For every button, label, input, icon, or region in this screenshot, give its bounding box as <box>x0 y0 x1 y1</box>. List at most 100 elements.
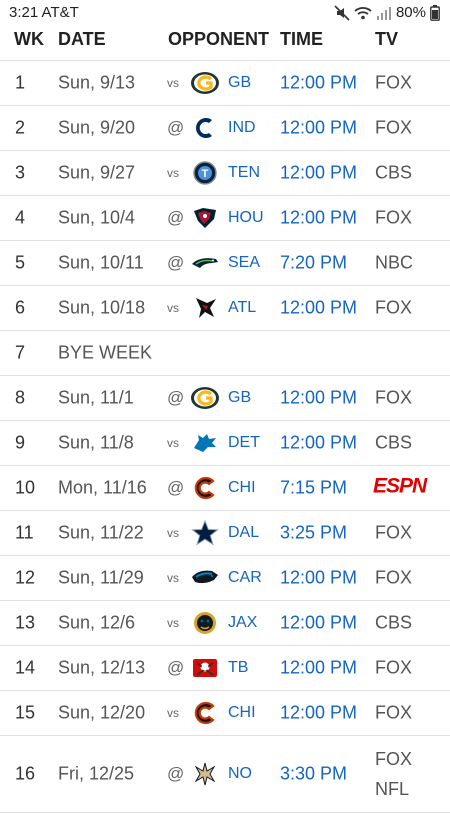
opponent-link[interactable]: ATL <box>228 299 256 317</box>
tv-network-secondary: NFL <box>375 779 410 799</box>
game-row[interactable]: 1 Sun, 9/13 vs GB 12:00 PM FOX <box>0 60 450 105</box>
bears-logo <box>190 475 220 501</box>
week-number: 12 <box>15 567 36 588</box>
game-row[interactable]: 9 Sun, 11/8 vs DET 12:00 PM CBS <box>0 420 450 465</box>
opponent-link[interactable]: IND <box>228 119 256 137</box>
opponent-link[interactable]: GB <box>228 74 251 92</box>
status-carrier: AT&T <box>41 4 79 21</box>
tv-network: FOX <box>375 522 413 543</box>
game-date: Sun, 10/4 <box>58 207 136 228</box>
game-time[interactable]: 12:00 PM <box>280 118 357 139</box>
game-row[interactable]: 10 Mon, 11/16 @ CHI 7:15 PM ESPN <box>0 465 450 510</box>
seahawks-logo <box>190 250 220 276</box>
game-time[interactable]: 12:00 PM <box>280 568 357 589</box>
game-time[interactable]: 12:00 PM <box>280 433 357 454</box>
game-date: Sun, 10/11 <box>58 252 144 273</box>
tv-network: FOX <box>375 207 413 228</box>
game-time[interactable]: 12:00 PM <box>280 73 357 94</box>
espn-logo: ESPN <box>373 475 439 501</box>
opponent-link[interactable]: DAL <box>228 524 259 542</box>
week-number: 8 <box>15 387 26 408</box>
game-row[interactable]: 6 Sun, 10/18 vs ATL 12:00 PM FOX <box>0 285 450 330</box>
game-row[interactable]: 8 Sun, 11/1 @ GB 12:00 PM FOX <box>0 375 450 420</box>
game-row[interactable]: 12 Sun, 11/29 vs CAR 12:00 PM FOX <box>0 555 450 600</box>
week-number: 16 <box>15 763 36 784</box>
game-time[interactable]: 7:20 PM <box>280 253 347 274</box>
header-opponent: OPPONENT <box>168 29 270 49</box>
signal-icon <box>376 6 392 20</box>
tv-network: FOX <box>375 657 413 678</box>
opponent-link[interactable]: GB <box>228 389 251 407</box>
home-away-indicator: @ <box>167 658 185 677</box>
bears-logo <box>190 700 220 726</box>
game-time[interactable]: 12:00 PM <box>280 613 357 634</box>
game-time[interactable]: 3:25 PM <box>280 523 347 544</box>
opponent-link[interactable]: SEA <box>228 254 260 272</box>
header-time: TIME <box>280 29 323 49</box>
home-away-indicator: vs <box>167 166 179 180</box>
status-left: 3:21 AT&T <box>9 4 79 21</box>
game-date: Sun, 11/1 <box>58 387 134 408</box>
game-row[interactable]: 14 Sun, 12/13 @ TB 12:00 PM FOX <box>0 645 450 690</box>
status-time: 3:21 <box>9 4 39 21</box>
wifi-icon <box>354 6 372 20</box>
svg-text:ESPN: ESPN <box>373 476 428 496</box>
opponent-link[interactable]: TB <box>228 659 248 677</box>
opponent-link[interactable]: CHI <box>228 704 256 722</box>
game-time[interactable]: 7:15 PM <box>280 478 347 499</box>
week-number: 13 <box>15 612 36 633</box>
game-date: Sun, 9/20 <box>58 117 136 138</box>
game-row[interactable]: 3 Sun, 9/27 vs T TEN 12:00 PM CBS <box>0 150 450 195</box>
game-row[interactable]: 2 Sun, 9/20 @ IND 12:00 PM FOX <box>0 105 450 150</box>
opponent-link[interactable]: HOU <box>228 209 264 227</box>
opponent-link[interactable]: CHI <box>228 479 256 497</box>
game-time[interactable]: 12:00 PM <box>280 298 357 319</box>
header-tv: TV <box>375 29 399 49</box>
week-number: 15 <box>15 702 36 723</box>
game-date: Sun, 11/8 <box>58 432 134 453</box>
opponent-link[interactable]: JAX <box>228 614 257 632</box>
bye-week-row[interactable]: 7 BYE WEEK <box>0 330 450 375</box>
game-row[interactable]: 5 Sun, 10/11 @ SEA 7:20 PM NBC <box>0 240 450 285</box>
colts-logo <box>190 115 220 141</box>
game-time[interactable]: 12:00 PM <box>280 388 357 409</box>
saints-logo <box>190 761 220 787</box>
game-row[interactable]: 16 Fri, 12/25 @ NO 3:30 PM FOX NFL <box>0 735 450 813</box>
opponent-link[interactable]: NO <box>228 765 252 783</box>
opponent-link[interactable]: CAR <box>228 569 262 587</box>
game-row[interactable]: 15 Sun, 12/20 vs CHI 12:00 PM FOX <box>0 690 450 735</box>
game-date: Sun, 12/20 <box>58 702 146 723</box>
home-away-indicator: vs <box>167 571 179 585</box>
home-away-indicator: vs <box>167 76 179 90</box>
opponent-link[interactable]: TEN <box>228 164 260 182</box>
home-away-indicator: vs <box>167 616 179 630</box>
status-bar: 3:21 AT&T 80% <box>0 0 450 26</box>
game-date: Sun, 11/22 <box>58 522 144 543</box>
tv-network: FOX <box>375 72 413 93</box>
game-time[interactable]: 3:30 PM <box>280 764 347 785</box>
week-number: 3 <box>15 162 26 183</box>
mute-icon <box>334 4 350 21</box>
game-row[interactable]: 11 Sun, 11/22 vs DAL 3:25 PM FOX <box>0 510 450 555</box>
home-away-indicator: vs <box>167 301 179 315</box>
home-away-indicator: @ <box>167 118 185 137</box>
lions-logo <box>190 430 220 456</box>
home-away-indicator: @ <box>167 764 185 783</box>
game-time[interactable]: 12:00 PM <box>280 658 357 679</box>
panthers-logo <box>190 565 220 591</box>
game-time[interactable]: 12:00 PM <box>280 208 357 229</box>
packers-logo <box>190 385 220 411</box>
game-row[interactable]: 4 Sun, 10/4 @ HOU 12:00 PM FOX <box>0 195 450 240</box>
game-time[interactable]: 12:00 PM <box>280 703 357 724</box>
game-date: Sun, 10/18 <box>58 297 146 318</box>
week-number: 7 <box>15 342 26 363</box>
tv-network: CBS <box>375 612 413 633</box>
opponent-link[interactable]: DET <box>228 434 260 452</box>
game-row[interactable]: 13 Sun, 12/6 vs JAX 12:00 PM CBS <box>0 600 450 645</box>
tv-network: FOX <box>375 297 413 318</box>
tv-network-primary: FOX <box>375 749 413 769</box>
tv-network: CBS <box>375 432 413 453</box>
home-away-indicator: @ <box>167 208 185 227</box>
tv-network: FOX <box>375 702 413 723</box>
game-time[interactable]: 12:00 PM <box>280 163 357 184</box>
